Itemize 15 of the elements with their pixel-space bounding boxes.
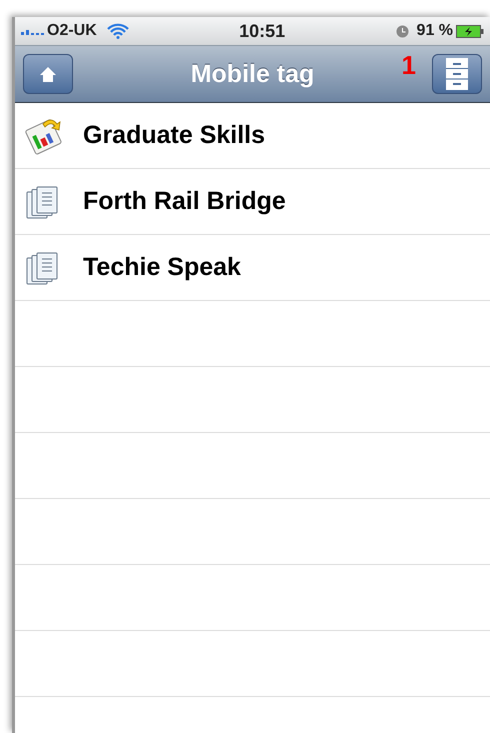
filing-cabinet-icon (446, 58, 468, 90)
annotation-number: 1 (402, 50, 416, 81)
signal-icon (21, 27, 45, 35)
nav-title: Mobile tag (190, 60, 314, 88)
status-time: 10:51 (239, 20, 286, 42)
clock-icon (396, 24, 409, 38)
home-button[interactable] (23, 54, 73, 94)
cabinet-button[interactable] (432, 54, 482, 94)
wifi-icon (106, 23, 129, 39)
list-item[interactable]: Forth Rail Bridge (15, 169, 490, 235)
carrier-name: O2-UK (47, 22, 97, 40)
list-item[interactable]: Graduate Skills (15, 103, 490, 169)
battery-percent: 91 % (416, 22, 454, 40)
battery-charging-icon (456, 24, 484, 38)
home-icon (40, 66, 56, 82)
